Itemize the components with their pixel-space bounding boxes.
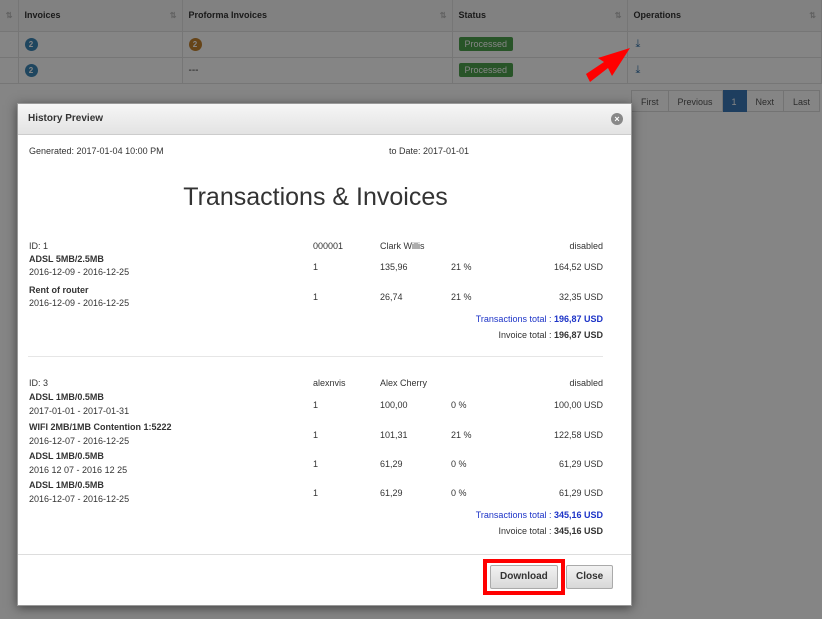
customer-state: disabled (569, 241, 603, 251)
invoice-total: Invoice total : 345,16 USD (498, 526, 603, 536)
item-total: 61,29 USD (558, 488, 603, 498)
item-qty: 1 (313, 262, 319, 272)
arrow-annotation (586, 48, 630, 82)
item-period: 2017-01-01 - 2017-01-31 (29, 406, 130, 416)
item-period: 2016-12-09 - 2016-12-25 (29, 298, 130, 308)
customer-account: alexnvis (313, 378, 346, 388)
item-total: 32,35 USD (558, 292, 603, 302)
close-button[interactable]: Close (566, 565, 614, 589)
item-name: ADSL 1MB/0.5MB (29, 451, 104, 461)
item-tax: 0 % (451, 400, 467, 410)
item-tax: 21 % (451, 430, 472, 440)
item-period: 2016-12-09 - 2016-12-25 (29, 267, 130, 277)
close-icon[interactable]: × (611, 113, 623, 125)
item-qty: 1 (313, 430, 319, 440)
item-price: 101,31 (380, 430, 408, 440)
item-tax: 21 % (451, 292, 472, 302)
customer-id: ID: 1 (29, 241, 49, 251)
document-title: Transactions & Invoices (183, 183, 448, 211)
history-preview-modal: History Preview × Generated: 2017-01-04 … (17, 103, 632, 606)
item-name: ADSL 1MB/0.5MB (29, 480, 104, 490)
item-qty: 1 (313, 400, 319, 410)
download-button[interactable]: Download (490, 565, 558, 589)
item-tax: 0 % (451, 488, 467, 498)
item-period: 2016 12 07 - 2016 12 25 (29, 465, 128, 475)
item-period: 2016-12-07 - 2016-12-25 (29, 494, 130, 504)
item-price: 135,96 (380, 262, 408, 272)
item-price: 100,00 (380, 400, 408, 410)
item-total: 100,00 USD (553, 400, 603, 410)
item-qty: 1 (313, 459, 319, 469)
to-date: to Date: 2017-01-01 (389, 146, 470, 156)
modal-header: History Preview × (18, 104, 631, 135)
customer-state: disabled (569, 378, 603, 388)
item-tax: 0 % (451, 459, 467, 469)
customer-id: ID: 3 (29, 378, 49, 388)
group-divider (28, 356, 603, 357)
generated-date: Generated: 2017-01-04 10:00 PM (29, 146, 164, 156)
item-tax: 21 % (451, 262, 472, 272)
item-qty: 1 (313, 292, 319, 302)
item-price: 61,29 (380, 459, 403, 469)
item-total: 122,58 USD (553, 430, 603, 440)
customer-account: 000001 (313, 241, 344, 251)
invoice-total: Invoice total : 196,87 USD (498, 330, 603, 340)
customer-name: Clark Willis (380, 241, 425, 251)
item-period: 2016-12-07 - 2016-12-25 (29, 436, 130, 446)
customer-name: Alex Cherry (380, 378, 428, 388)
transactions-total: Transactions total : 196,87 USD (475, 314, 603, 324)
modal-footer: Download Close (18, 554, 631, 605)
modal-body: Generated: 2017-01-04 10:00 PM to Date: … (18, 136, 631, 554)
item-total: 61,29 USD (558, 459, 603, 469)
item-qty: 1 (313, 488, 319, 498)
item-name: ADSL 1MB/0.5MB (29, 392, 104, 402)
item-price: 26,74 (380, 292, 403, 302)
item-total: 164,52 USD (553, 262, 603, 272)
item-price: 61,29 (380, 488, 403, 498)
transactions-total: Transactions total : 345,16 USD (475, 510, 603, 520)
item-name: ADSL 5MB/2.5MB (29, 254, 104, 264)
item-name: WIFI 2MB/1MB Contention 1:5222 (29, 422, 172, 432)
modal-title: History Preview (28, 113, 104, 124)
item-name: Rent of router (29, 285, 89, 295)
